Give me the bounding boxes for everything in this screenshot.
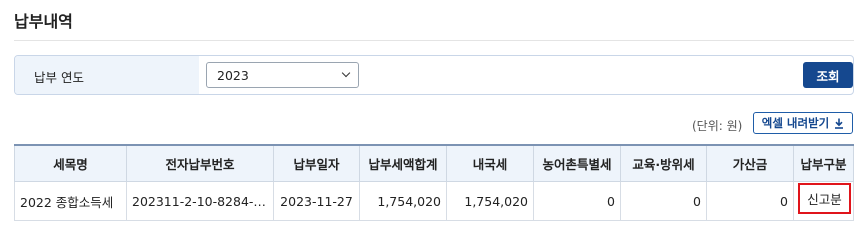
payment-type-value: 신고분 (807, 192, 842, 207)
cell-payment-date: 2023-11-27 (273, 181, 360, 221)
header-rural-special-tax: 농어촌특별세 (533, 144, 621, 182)
excel-download-button[interactable]: 엑셀 내려받기 (753, 112, 853, 134)
table-row[interactable]: 2022 종합소득세 202311-2-10-8284-… 2023-11-27… (14, 181, 854, 221)
cell-tax-item: 2022 종합소득세 (14, 181, 127, 221)
payment-history-table: 세목명 전자납부번호 납부일자 납부세액합계 내국세 농어촌특별세 교육·방위세… (14, 144, 854, 221)
header-payment-date: 납부일자 (273, 144, 360, 182)
table-header-row: 세목명 전자납부번호 납부일자 납부세액합계 내국세 농어촌특별세 교육·방위세… (14, 144, 854, 182)
header-national-tax: 내국세 (446, 144, 534, 182)
cell-payment-no: 202311-2-10-8284-… (126, 181, 274, 221)
page-title: 납부내역 (14, 12, 73, 31)
cell-payment-type: 신고분 (793, 181, 854, 221)
header-tax-item: 세목명 (14, 144, 127, 182)
unit-text: (단위: 원) (692, 119, 743, 133)
year-select-value: 2023 (217, 68, 249, 83)
header-total: 납부세액합계 (359, 144, 447, 182)
header-payment-type: 납부구분 (793, 144, 854, 182)
cell-penalty: 0 (706, 181, 794, 221)
header-payment-no: 전자납부번호 (126, 144, 274, 182)
year-label: 납부 연도 (34, 70, 84, 85)
chevron-down-icon (341, 68, 351, 78)
search-label-cell: 납부 연도 (15, 56, 199, 94)
excel-download-label: 엑셀 내려받기 (761, 116, 830, 130)
search-button[interactable]: 조회 (803, 62, 853, 88)
cell-rural-special-tax: 0 (533, 181, 621, 221)
payment-type-highlight: 신고분 (798, 183, 851, 214)
header-penalty: 가산금 (706, 144, 794, 182)
title-divider (14, 40, 854, 41)
year-select[interactable]: 2023 (206, 62, 359, 88)
cell-education-defense-tax: 0 (620, 181, 707, 221)
header-education-defense-tax: 교육·방위세 (620, 144, 707, 182)
search-panel: 납부 연도 2023 조회 (14, 55, 854, 95)
cell-national-tax: 1,754,020 (446, 181, 534, 221)
cell-total: 1,754,020 (359, 181, 447, 221)
download-icon (835, 118, 844, 129)
